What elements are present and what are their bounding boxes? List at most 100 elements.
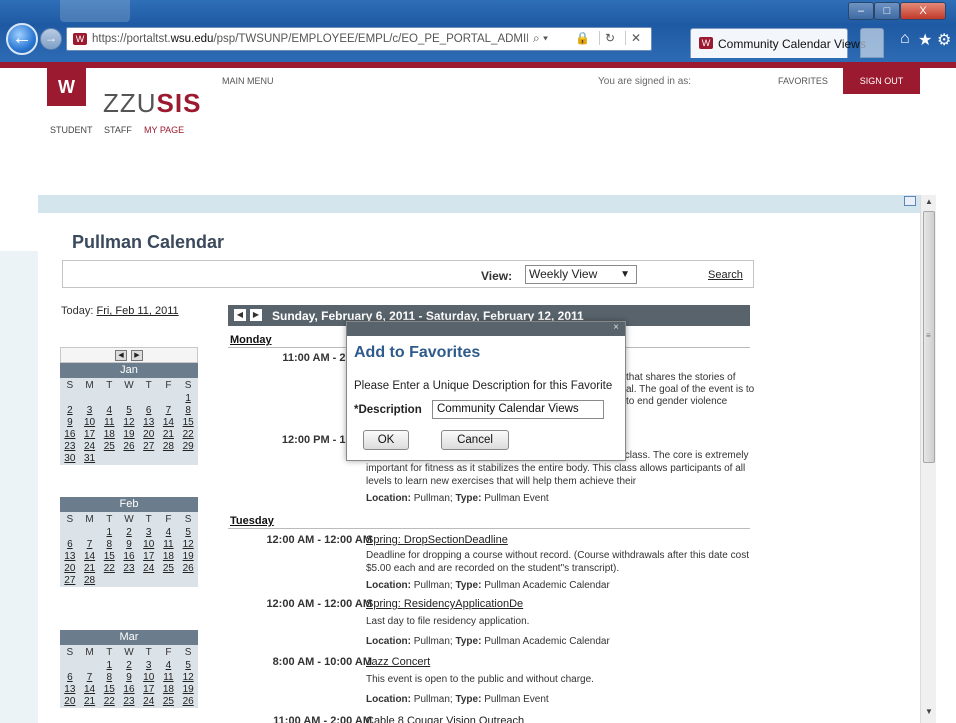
calendar-day-link[interactable]: 8: [99, 539, 119, 551]
calendar-day-link[interactable]: 23: [119, 563, 139, 575]
table-view-icon[interactable]: [904, 196, 916, 206]
calendar-day-link[interactable]: 9: [119, 539, 139, 551]
calendar-day-link[interactable]: 10: [80, 417, 100, 429]
nav-my-page[interactable]: MY PAGE: [144, 125, 184, 135]
calendar-day-link[interactable]: 26: [119, 441, 139, 453]
nav-student[interactable]: STUDENT: [50, 125, 93, 135]
calendar-day-link[interactable]: 15: [178, 417, 198, 429]
calendar-day-link[interactable]: 17: [139, 551, 159, 563]
calendar-day-link[interactable]: 11: [159, 539, 179, 551]
event-title-link[interactable]: Jazz Concert: [366, 656, 430, 668]
calendar-day-link[interactable]: 31: [80, 453, 100, 465]
calendar-day-link[interactable]: 28: [80, 575, 100, 587]
calendar-day-link[interactable]: 13: [60, 551, 80, 563]
cancel-button[interactable]: Cancel: [441, 430, 509, 450]
maximize-button[interactable]: □: [874, 2, 900, 20]
calendar-day-link[interactable]: 19: [119, 429, 139, 441]
calendar-day-link[interactable]: 16: [119, 551, 139, 563]
calendar-day-link[interactable]: 24: [139, 563, 159, 575]
nav-staff[interactable]: STAFF: [104, 125, 132, 135]
calendar-day-link[interactable]: 27: [139, 441, 159, 453]
calendar-day-link[interactable]: 3: [139, 660, 159, 672]
calendar-day-link[interactable]: 7: [80, 539, 100, 551]
forward-button[interactable]: →: [40, 28, 62, 50]
scroll-down-icon[interactable]: ▼: [925, 707, 933, 716]
close-window-button[interactable]: X: [900, 2, 946, 20]
calendar-day-link[interactable]: 29: [178, 441, 198, 453]
prev-month-icon[interactable]: ◀: [115, 350, 127, 361]
wsu-logo-icon[interactable]: W: [47, 68, 86, 106]
calendar-day-link[interactable]: 25: [159, 696, 179, 708]
calendar-day-link[interactable]: 7: [159, 405, 179, 417]
calendar-day-link[interactable]: 13: [139, 417, 159, 429]
calendar-day-link[interactable]: 3: [139, 527, 159, 539]
calendar-day-link[interactable]: 6: [60, 539, 80, 551]
calendar-day-link[interactable]: 14: [80, 551, 100, 563]
new-tab-button[interactable]: [860, 28, 884, 58]
calendar-day-link[interactable]: 20: [60, 696, 80, 708]
calendar-day-link[interactable]: 7: [80, 672, 100, 684]
calendar-day-link[interactable]: 6: [60, 672, 80, 684]
calendar-day-link[interactable]: 22: [99, 563, 119, 575]
calendar-day-link[interactable]: 19: [178, 551, 198, 563]
calendar-day-link[interactable]: 27: [60, 575, 80, 587]
calendar-day-link[interactable]: 8: [178, 405, 198, 417]
calendar-day-link[interactable]: 22: [178, 429, 198, 441]
calendar-day-link[interactable]: 1: [178, 393, 198, 405]
calendar-day-link[interactable]: 5: [119, 405, 139, 417]
calendar-day-link[interactable]: 23: [119, 696, 139, 708]
calendar-day-link[interactable]: 17: [80, 429, 100, 441]
prev-week-icon[interactable]: ◀: [234, 309, 246, 321]
calendar-day-link[interactable]: 14: [80, 684, 100, 696]
calendar-day-link[interactable]: 24: [80, 441, 100, 453]
home-icon[interactable]: ⌂: [900, 30, 910, 48]
event-title-link[interactable]: Cable 8 Cougar Vision Outreach: [366, 715, 524, 723]
calendar-day-link[interactable]: 24: [139, 696, 159, 708]
calendar-day-link[interactable]: 16: [60, 429, 80, 441]
calendar-day-link[interactable]: 6: [139, 405, 159, 417]
stop-icon[interactable]: ✕: [625, 31, 641, 45]
calendar-day-link[interactable]: 2: [60, 405, 80, 417]
calendar-day-link[interactable]: 28: [159, 441, 179, 453]
calendar-day-link[interactable]: 21: [80, 696, 100, 708]
calendar-day-link[interactable]: 21: [159, 429, 179, 441]
calendar-day-link[interactable]: 5: [178, 527, 198, 539]
zzusis-logo[interactable]: ZZUSIS: [103, 88, 201, 119]
calendar-day-link[interactable]: 25: [159, 563, 179, 575]
minimize-button[interactable]: ‒: [848, 2, 874, 20]
favorites-link[interactable]: FAVORITES: [778, 76, 828, 86]
day-monday[interactable]: Monday: [230, 334, 272, 346]
calendar-day-link[interactable]: 9: [119, 672, 139, 684]
calendar-day-link[interactable]: 20: [60, 563, 80, 575]
scroll-up-icon[interactable]: ▲: [925, 197, 933, 206]
calendar-day-link[interactable]: 5: [178, 660, 198, 672]
refresh-icon[interactable]: ↻: [599, 31, 615, 45]
page-scrollbar[interactable]: ▲ ≡ ▼: [920, 195, 936, 723]
calendar-day-link[interactable]: 12: [119, 417, 139, 429]
view-select[interactable]: Weekly View ▼: [525, 265, 637, 284]
description-input[interactable]: Community Calendar Views: [432, 400, 604, 419]
calendar-day-link[interactable]: 10: [139, 672, 159, 684]
calendar-day-link[interactable]: 19: [178, 684, 198, 696]
calendar-day-link[interactable]: 15: [99, 551, 119, 563]
favorites-star-icon[interactable]: ★: [918, 30, 932, 50]
calendar-day-link[interactable]: 15: [99, 684, 119, 696]
search-link[interactable]: Search: [708, 269, 743, 281]
calendar-day-link[interactable]: 18: [99, 429, 119, 441]
calendar-day-link[interactable]: 13: [60, 684, 80, 696]
calendar-day-link[interactable]: 11: [99, 417, 119, 429]
calendar-day-link[interactable]: 30: [60, 453, 80, 465]
sign-out-button[interactable]: SIGN OUT: [843, 68, 920, 94]
calendar-day-link[interactable]: 4: [99, 405, 119, 417]
calendar-day-link[interactable]: 20: [139, 429, 159, 441]
calendar-day-link[interactable]: 21: [80, 563, 100, 575]
next-month-icon[interactable]: ▶: [131, 350, 143, 361]
day-tuesday[interactable]: Tuesday: [230, 515, 274, 527]
calendar-day-link[interactable]: 25: [99, 441, 119, 453]
calendar-day-link[interactable]: 4: [159, 527, 179, 539]
calendar-day-link[interactable]: 1: [99, 527, 119, 539]
calendar-day-link[interactable]: 2: [119, 527, 139, 539]
today-link[interactable]: Fri, Feb 11, 2011: [96, 305, 178, 317]
event-title-link[interactable]: Spring: ResidencyApplicationDe: [366, 598, 523, 610]
calendar-day-link[interactable]: 26: [178, 696, 198, 708]
